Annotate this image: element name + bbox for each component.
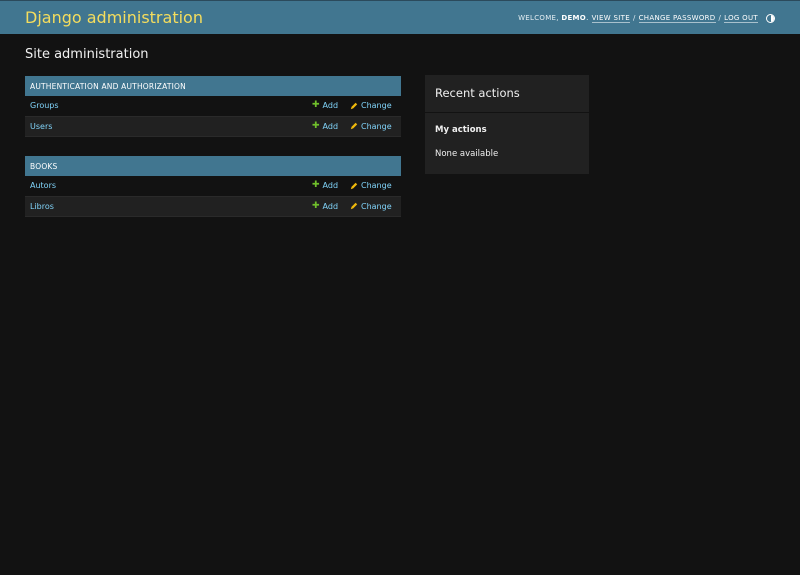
plus-icon: ✚	[312, 180, 320, 191]
add-label: Add	[322, 121, 339, 131]
pencil-icon	[350, 102, 358, 109]
add-label: Add	[322, 181, 339, 191]
change-link[interactable]: Change	[350, 101, 392, 110]
model-link-libros[interactable]: Libros	[25, 202, 401, 211]
header-bar: Django administration Welcome, demo. Vie…	[0, 0, 800, 34]
recent-actions-panel: Recent actions My actions None available	[425, 75, 589, 174]
page-title: Site administration	[25, 47, 149, 62]
user-tools: Welcome, demo. View site / Change passwo…	[518, 13, 775, 23]
theme-toggle-icon[interactable]	[766, 13, 775, 23]
pencil-icon	[350, 182, 358, 189]
site-name-link[interactable]: Django administration	[25, 8, 203, 27]
change-label: Change	[361, 101, 392, 111]
add-link[interactable]: ✚ Add	[312, 100, 339, 111]
empty-actions-text: None available	[435, 149, 499, 159]
add-label: Add	[322, 101, 339, 111]
model-row-groups: Groups ✚ Add Change	[25, 96, 401, 117]
welcome-text: Welcome,	[518, 14, 559, 22]
my-actions-heading: My actions	[435, 125, 487, 135]
model-link-autors[interactable]: Autors	[25, 181, 401, 190]
model-row-autors: Autors ✚ Add Change	[25, 176, 401, 197]
module-caption[interactable]: Authentication and Authorization	[25, 76, 401, 96]
change-link[interactable]: Change	[350, 202, 392, 211]
app-module-books: Books Autors ✚ Add Change Libros ✚ Add C…	[25, 156, 401, 217]
app-module-auth: Authentication and Authorization Groups …	[25, 76, 401, 137]
pencil-icon	[350, 123, 358, 130]
change-label: Change	[361, 201, 392, 211]
pencil-icon	[350, 203, 358, 210]
log-out-link[interactable]: Log out	[724, 14, 758, 23]
plus-icon: ✚	[312, 100, 320, 111]
plus-icon: ✚	[312, 120, 320, 131]
plus-icon: ✚	[312, 200, 320, 211]
add-link[interactable]: ✚ Add	[312, 200, 339, 211]
change-label: Change	[361, 121, 392, 131]
recent-actions-title: Recent actions	[425, 86, 589, 113]
change-password-link[interactable]: Change password	[638, 14, 716, 23]
model-link-users[interactable]: Users	[25, 122, 401, 131]
model-row-libros: Libros ✚ Add Change	[25, 196, 401, 217]
add-link[interactable]: ✚ Add	[312, 120, 339, 131]
change-link[interactable]: Change	[350, 122, 392, 131]
view-site-link[interactable]: View site	[591, 14, 630, 23]
add-link[interactable]: ✚ Add	[312, 180, 339, 191]
change-label: Change	[361, 181, 392, 191]
add-label: Add	[322, 201, 339, 211]
module-caption[interactable]: Books	[25, 156, 401, 176]
model-row-users: Users ✚ Add Change	[25, 116, 401, 137]
username: demo	[561, 14, 587, 22]
model-link-groups[interactable]: Groups	[25, 101, 401, 110]
change-link[interactable]: Change	[350, 181, 392, 190]
